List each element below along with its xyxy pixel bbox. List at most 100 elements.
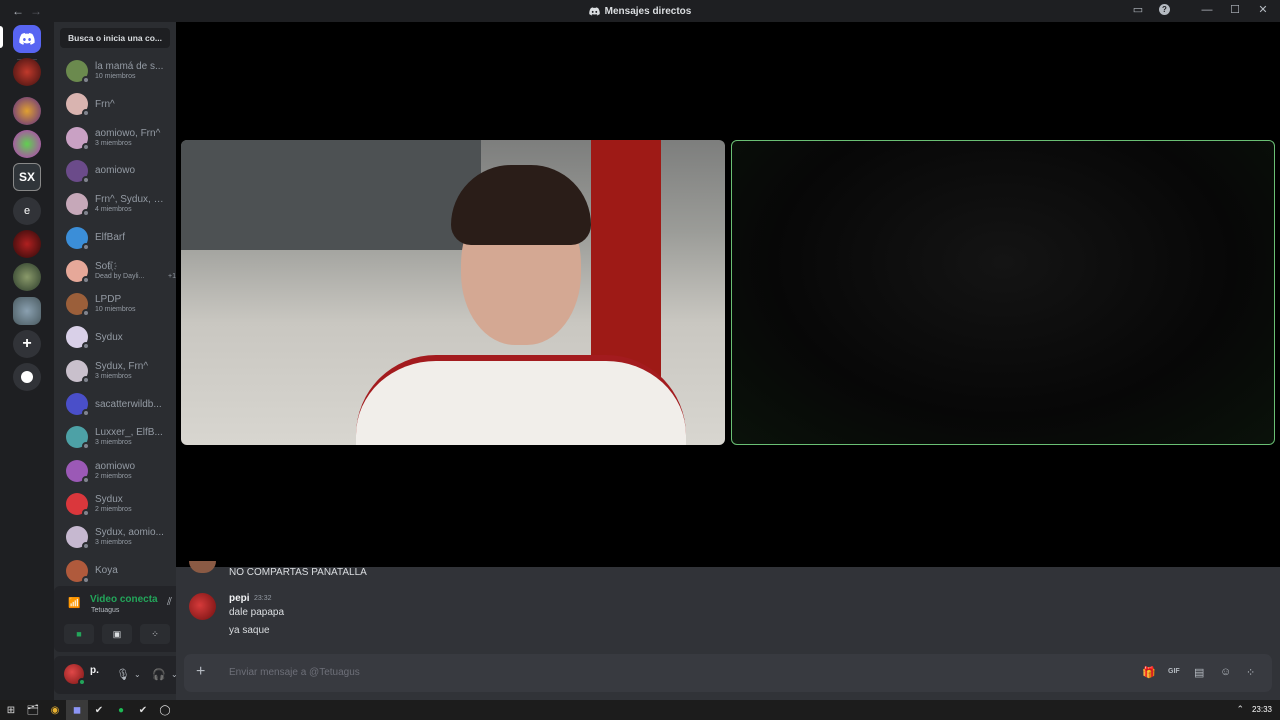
spotify-icon[interactable]: ●	[110, 700, 132, 720]
close-icon[interactable]: ✕	[1256, 3, 1270, 16]
dm-list-item[interactable]: Luxxer_, ElfB... 3 miembros	[60, 422, 172, 452]
forward-arrow-icon[interactable]: →	[30, 4, 42, 18]
windows-start-icon[interactable]: ⊞	[0, 700, 22, 720]
message-text: NO COMPARTAS PANATALLA	[229, 567, 367, 578]
voice-channel[interactable]: Tetuagus	[91, 607, 119, 614]
avatar	[66, 526, 90, 551]
add-attachment-icon[interactable]: +	[196, 663, 205, 681]
window-title-text: Mensajes directos	[604, 5, 692, 17]
maximize-icon[interactable]: ☐	[1228, 3, 1242, 16]
headphones-icon[interactable]: 🎧	[152, 668, 166, 681]
dm-name: Sydux, aomio...	[95, 527, 164, 539]
server-icon[interactable]	[13, 297, 41, 325]
server-icon[interactable]	[13, 230, 41, 258]
chrome-icon[interactable]: ◉	[44, 700, 66, 720]
dm-list-item[interactable]: Frn^, Sydux, a... 4 miembros	[60, 189, 172, 219]
video-tile-webcam[interactable]	[181, 140, 725, 445]
status-dot	[82, 508, 90, 517]
gif-icon[interactable]: GIF	[1168, 668, 1180, 675]
help-icon[interactable]: ?	[1159, 4, 1170, 15]
server-icon[interactable]	[13, 130, 41, 158]
noise-suppression-icon[interactable]: ⫽	[167, 596, 172, 609]
message-list: NO COMPARTAS PANATALLA pepi 23:32 dale p…	[176, 561, 1280, 667]
chevron-down-icon[interactable]: ⌄	[134, 670, 141, 679]
dm-list-item[interactable]: Sydux 2 miembros	[60, 489, 172, 519]
main-content: NO COMPARTAS PANATALLA pepi 23:32 dale p…	[176, 22, 1280, 700]
dm-list-item[interactable]: sacatterwildb...	[60, 389, 172, 419]
dm-text: sacatterwildb...	[95, 399, 167, 410]
minimize-icon[interactable]: —	[1200, 4, 1214, 16]
call-stage	[176, 22, 1280, 567]
dm-list-item[interactable]: aomiowo 2 miembros	[60, 456, 172, 486]
dm-text: Luxxer_, ElfB... 3 miembros	[95, 427, 169, 447]
dm-text: LPDP 10 miembros	[95, 294, 169, 314]
signal-icon[interactable]: 📶	[68, 598, 80, 609]
dm-list-item[interactable]: LPDP 10 miembros	[60, 289, 172, 319]
message-timestamp: 23:32	[254, 595, 272, 602]
username[interactable]: p.	[90, 665, 99, 676]
dm-list-item[interactable]: Sydux, aomio... 3 miembros	[60, 522, 172, 552]
sticker-icon[interactable]: ▤	[1194, 666, 1204, 679]
server-e[interactable]: e	[13, 197, 41, 225]
back-arrow-icon[interactable]: ←	[12, 4, 24, 18]
dm-name: Sydux, Frn^	[95, 360, 149, 372]
taskbar-app-icon[interactable]: ◯	[154, 700, 176, 720]
avatar	[66, 93, 90, 118]
camera-button[interactable]: ■	[64, 624, 94, 644]
dm-list-item[interactable]: la mamá de s... 10 miembros	[60, 56, 172, 86]
server-icon[interactable]	[13, 97, 41, 125]
dm-text: Koya	[95, 565, 167, 576]
compass-icon	[21, 371, 33, 383]
dm-name: la mamá de s...	[95, 61, 164, 72]
server-icon[interactable]	[13, 263, 41, 291]
direct-messages-button[interactable]	[13, 25, 41, 53]
dm-list-item[interactable]: Koya	[60, 556, 172, 586]
avatar[interactable]	[189, 561, 216, 573]
dm-list-item[interactable]: ElfBarf	[60, 223, 172, 253]
steam-icon[interactable]: ✔	[132, 700, 154, 720]
dm-list-item[interactable]: aomiowo, Frn^ 3 miembros	[60, 123, 172, 153]
avatar[interactable]	[189, 593, 216, 620]
add-server-button[interactable]: +	[13, 330, 41, 358]
screen-share-button[interactable]: ▣	[102, 624, 132, 644]
dm-list-item[interactable]: Sydux	[60, 322, 172, 352]
microphone-icon[interactable]: 🎙	[116, 668, 130, 681]
activities-button[interactable]: ⁘	[140, 624, 170, 644]
dm-name: Koya	[95, 565, 118, 576]
dm-subtitle: 3 miembros	[95, 539, 132, 547]
discover-button[interactable]	[13, 363, 41, 391]
inbox-icon[interactable]: ▭	[1131, 3, 1145, 16]
dm-list-item[interactable]: aomiowo	[60, 156, 172, 186]
dm-list-item[interactable]: Frn^	[60, 89, 172, 119]
voice-status[interactable]: Video conecta	[90, 594, 158, 605]
server-sx[interactable]: SX	[13, 163, 41, 191]
steam-icon[interactable]: ✔	[88, 700, 110, 720]
gift-icon[interactable]: 🎁	[1142, 666, 1156, 679]
dm-subtitle: 10 miembros	[95, 306, 136, 314]
search-input[interactable]: Busca o inicia una co...	[60, 28, 170, 48]
dm-list-item[interactable]: Sofi҉ Dead by Dayli... +1	[60, 256, 176, 286]
message-text: ya saque	[229, 625, 270, 636]
dm-text: la mamá de s... 10 miembros	[95, 61, 169, 81]
emoji-icon[interactable]: ☺	[1220, 666, 1231, 678]
avatar	[66, 559, 90, 584]
message-composer[interactable]: + Enviar mensaje a @Tetuagus 🎁 GIF ▤ ☺ ⁘	[184, 654, 1272, 692]
taskbar-app-icon[interactable]: 🗂	[22, 700, 44, 720]
discord-taskbar-icon[interactable]: ◼	[66, 700, 88, 720]
dm-name: aomiowo	[95, 165, 136, 177]
dm-subtitle: 4 miembros	[95, 206, 132, 214]
video-tile-screen-share[interactable]	[731, 140, 1275, 445]
avatar	[66, 359, 90, 384]
dm-list-item[interactable]: Sydux, Frn^ 3 miembros	[60, 356, 172, 386]
message-input[interactable]: Enviar mensaje a @Tetuagus	[229, 667, 360, 678]
avatar	[66, 259, 90, 284]
chevron-up-icon[interactable]: ⌃	[1236, 704, 1244, 715]
message-author[interactable]: pepi	[229, 593, 250, 604]
status-dot	[78, 678, 86, 686]
apps-icon[interactable]: ⁘	[1246, 666, 1255, 679]
dm-text: Sofi҉ Dead by Dayli...	[95, 261, 169, 281]
discord-icon	[19, 33, 35, 45]
dm-name: Sydux	[95, 493, 123, 505]
dm-avatar-server[interactable]	[13, 58, 41, 86]
status-dot	[82, 76, 90, 84]
